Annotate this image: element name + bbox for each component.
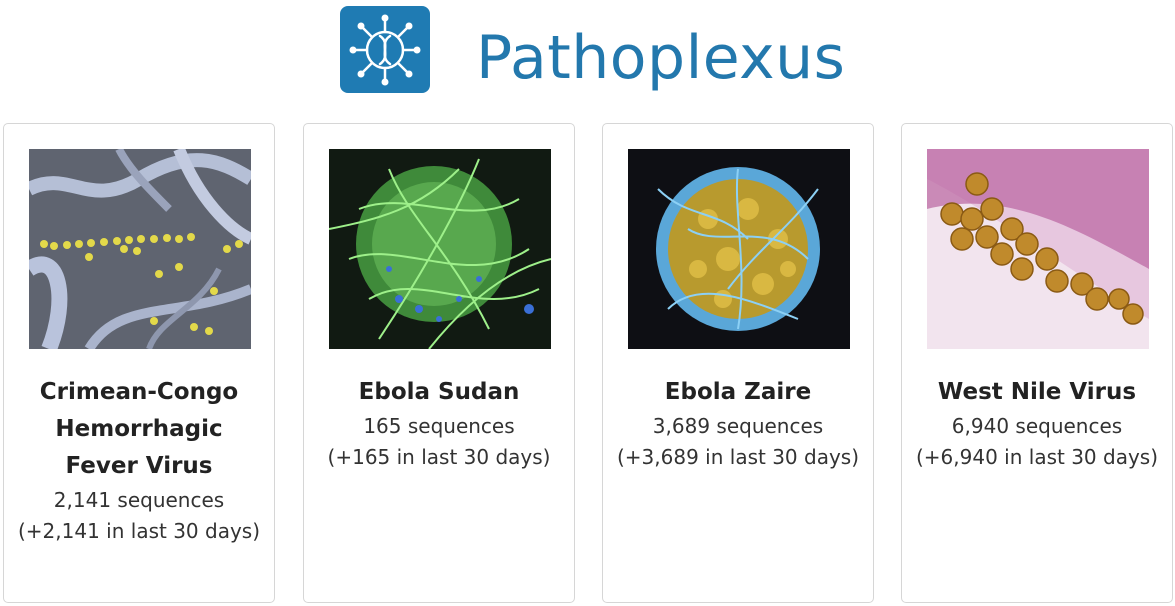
cchf-virus-micrograph: [29, 149, 251, 349]
organism-card-cchf[interactable]: Crimean-Congo Hemorrhagic Fever Virus 2,…: [3, 123, 275, 603]
west-nile-virus-micrograph: [927, 149, 1149, 349]
recent-count: (+6,940 in last 30 days): [916, 445, 1159, 469]
organism-name: Crimean-Congo Hemorrhagic Fever Virus: [39, 379, 239, 479]
sequence-count: 3,689 sequences: [652, 414, 824, 438]
organism-card-ebola-zaire[interactable]: Ebola Zaire 3,689 sequences (+3,689 in l…: [602, 123, 874, 603]
recent-count: (+2,141 in last 30 days): [18, 519, 261, 543]
organism-card-west-nile[interactable]: West Nile Virus 6,940 sequences (+6,940 …: [901, 123, 1173, 603]
organism-name: Ebola Zaire: [664, 379, 812, 405]
sequence-count: 2,141 sequences: [53, 488, 225, 512]
dna-virus-icon[interactable]: [340, 6, 430, 93]
organism-card-ebola-sudan[interactable]: Ebola Sudan 165 sequences (+165 in last …: [303, 123, 575, 603]
ebola-zaire-micrograph: [628, 149, 850, 349]
site-title[interactable]: Pathoplexus: [476, 18, 845, 98]
organism-name: Ebola Sudan: [358, 379, 520, 405]
recent-count: (+165 in last 30 days): [327, 445, 551, 469]
recent-count: (+3,689 in last 30 days): [617, 445, 860, 469]
ebola-sudan-micrograph: [329, 149, 551, 349]
sequence-count: 6,940 sequences: [951, 414, 1123, 438]
organism-name: West Nile Virus: [937, 379, 1137, 405]
sequence-count: 165 sequences: [363, 414, 515, 438]
site-header: Pathoplexus: [0, 0, 1175, 110]
